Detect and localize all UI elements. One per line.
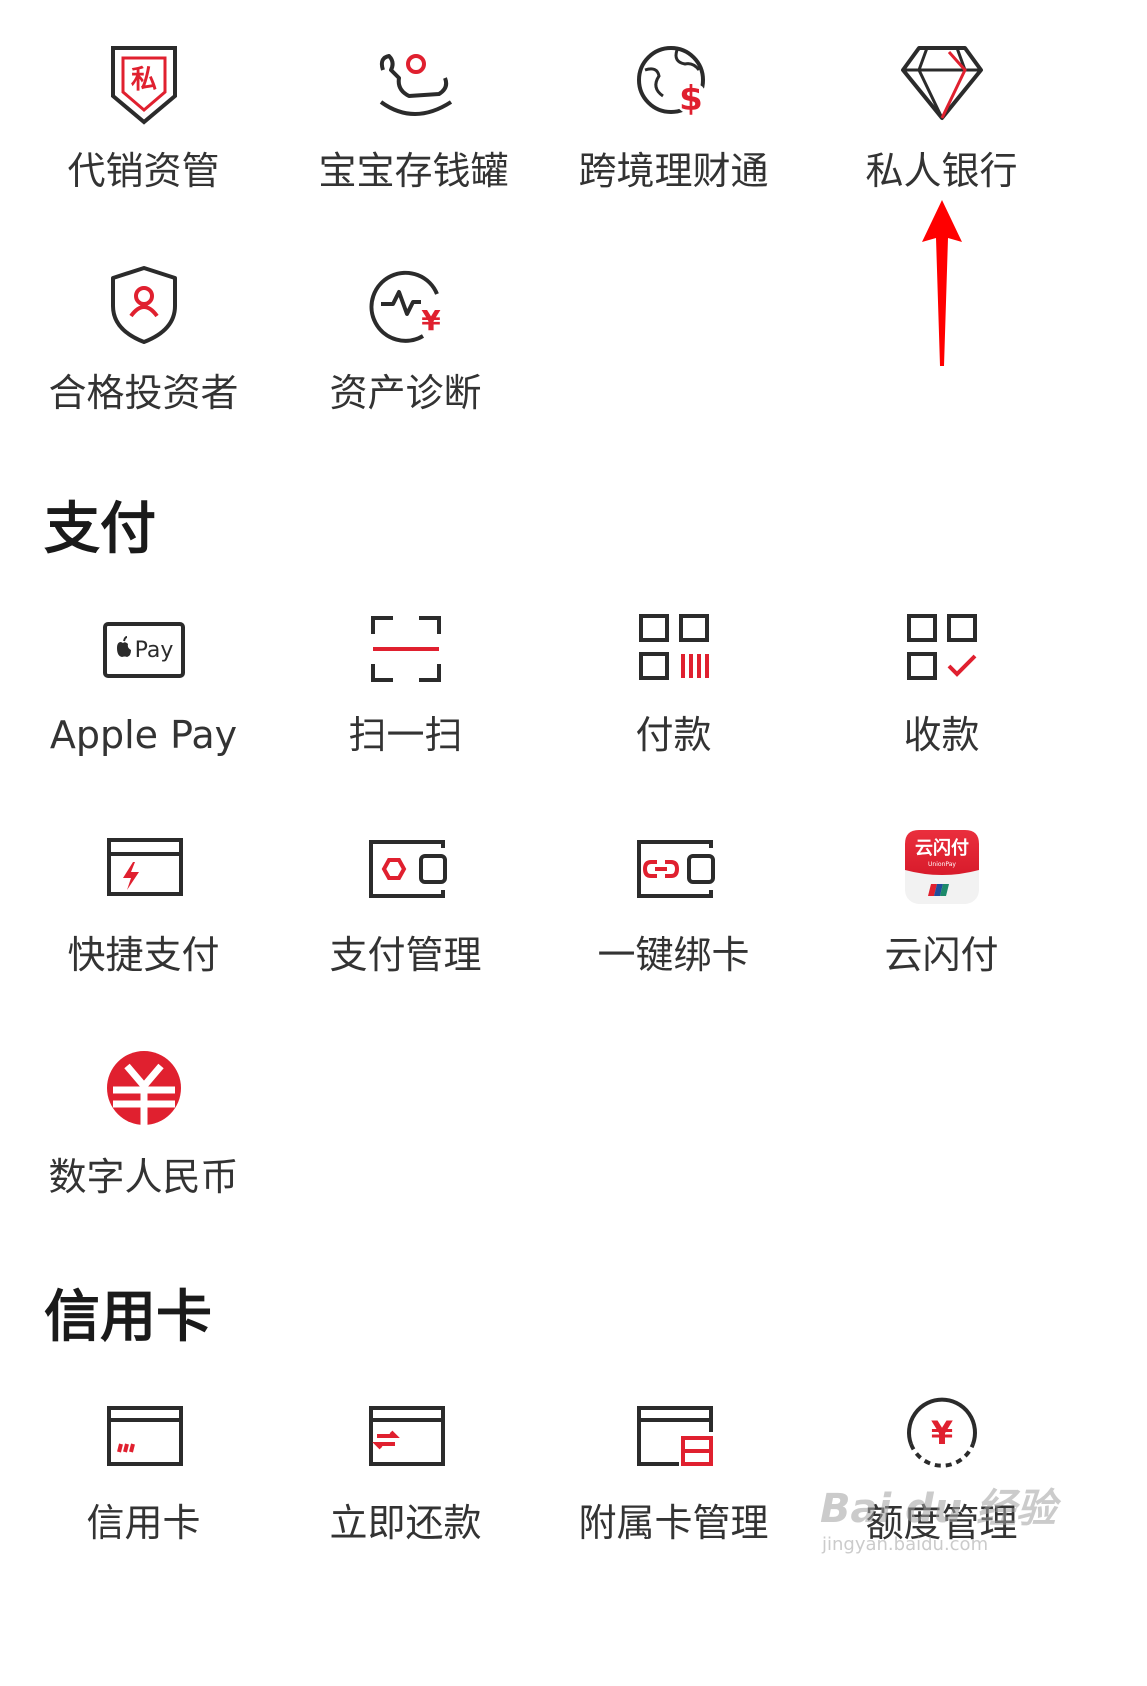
pulse-yen-icon: ¥ <box>361 262 451 352</box>
svg-text:¥: ¥ <box>421 304 441 337</box>
wallet-hex-icon <box>361 824 451 914</box>
svg-text:$: $ <box>679 79 703 119</box>
menu-item-label: 付款 <box>635 713 712 757</box>
menu-item-label: 附属卡管理 <box>578 1501 769 1545</box>
pay-code-icon <box>629 604 719 694</box>
menu-item-label: 扫一扫 <box>348 713 463 757</box>
wallet-link-icon <box>629 824 719 914</box>
baidu-watermark: Bai du 经验 <box>820 1476 1056 1534</box>
menu-item-label: 宝宝存钱罐 <box>318 149 509 193</box>
credit-card-icon <box>99 1392 189 1482</box>
rocking-horse-icon <box>369 40 459 130</box>
menu-item-label: 一键绑卡 <box>597 933 750 977</box>
menu-item-label: 云闪付 <box>884 933 999 977</box>
menu-item-label: 代销资管 <box>67 149 220 193</box>
receive-code-icon <box>897 604 987 694</box>
private-shield-icon: 私 <box>99 40 189 130</box>
menu-item-label: 快捷支付 <box>67 933 220 977</box>
diamond-icon <box>897 40 987 130</box>
user-shield-icon <box>99 262 189 352</box>
svg-text:¥: ¥ <box>930 1414 952 1452</box>
annotation-arrow <box>922 200 962 366</box>
supplementary-card-icon <box>629 1392 719 1482</box>
watermark-main: Bai du 经验 <box>820 1486 1057 1532</box>
unionpay-quickpass-icon: 云闪付 UnionPay <box>897 824 987 914</box>
repay-card-icon <box>361 1392 451 1482</box>
menu-item-label: 信用卡 <box>86 1501 201 1545</box>
menu-item-label: 资产诊断 <box>329 371 482 415</box>
menu-item-label: 合格投资者 <box>48 371 239 415</box>
digital-rmb-icon <box>99 1046 189 1136</box>
quick-pay-card-icon <box>99 824 189 914</box>
svg-text:Pay: Pay <box>134 638 173 663</box>
watermark-sub: jingyan.baidu.com <box>822 1534 989 1555</box>
menu-item-label: 数字人民币 <box>48 1155 239 1199</box>
svg-text:UnionPay: UnionPay <box>928 861 956 868</box>
svg-text:云闪付: 云闪付 <box>915 837 969 859</box>
menu-item-label: 私人银行 <box>865 149 1018 193</box>
section-title-payment: 支付 <box>44 497 156 562</box>
globe-dollar-icon: $ <box>629 40 719 130</box>
menu-item-label: 跨境理财通 <box>578 149 769 193</box>
apple-pay-icon: Pay <box>99 604 189 694</box>
svg-text:私: 私 <box>130 65 156 95</box>
menu-item-label: 立即还款 <box>329 1501 482 1545</box>
menu-item-label: 支付管理 <box>329 933 482 977</box>
baidu-watermark-url: jingyan.baidu.com <box>822 1534 988 1555</box>
menu-item-label: 收款 <box>903 713 980 757</box>
section-title-credit-card: 信用卡 <box>44 1285 212 1350</box>
menu-item-label: Apple Pay <box>49 713 238 757</box>
limit-yen-icon: ¥ <box>897 1392 987 1482</box>
scan-icon <box>361 604 451 694</box>
